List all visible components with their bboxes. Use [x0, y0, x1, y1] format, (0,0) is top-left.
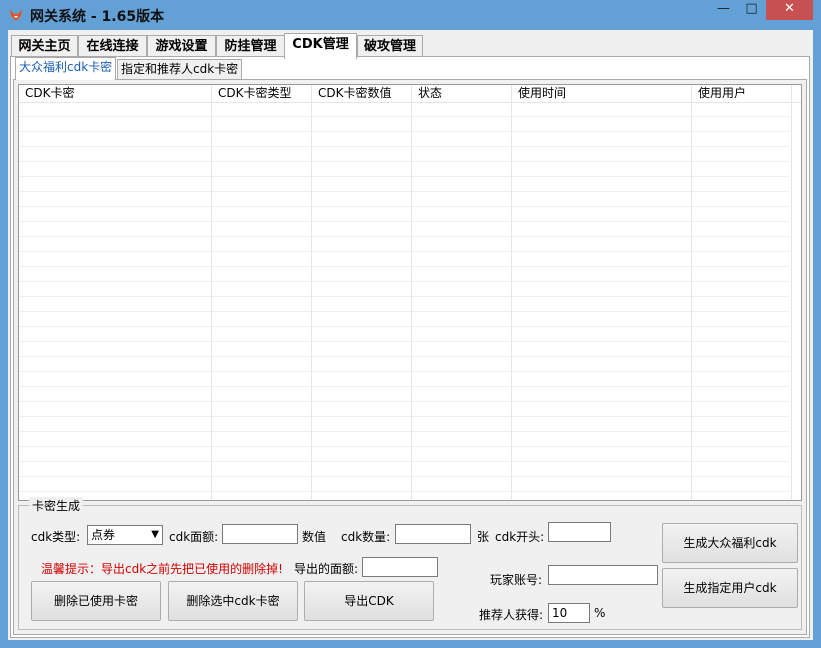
tab-attack-management[interactable]: 破攻管理 [357, 35, 423, 57]
column-cdk-value[interactable]: CDK卡密数值 [312, 85, 412, 102]
column-cdk-code[interactable]: CDK卡密 [19, 85, 212, 102]
card-generation-group: 卡密生成 cdk类型: 点券 ▼ cdk面额: 数值 cdk数量: 张 cdk开… [18, 497, 802, 630]
export-amount-input[interactable] [362, 557, 438, 577]
tab-anti-cheat[interactable]: 防挂管理 [216, 35, 285, 57]
app-window: 网关系统 - 1.65版本 — □ ✕ 网关主页 在线连接 游戏设置 防挂管理 … [0, 0, 821, 648]
maximize-button[interactable]: □ [738, 0, 765, 20]
generate-public-cdk-button[interactable]: 生成大众福利cdk [662, 523, 798, 563]
column-cdk-type[interactable]: CDK卡密类型 [212, 85, 312, 102]
cdk-prefix-input[interactable] [548, 522, 611, 542]
tab-cdk-management[interactable]: CDK管理 [284, 33, 357, 59]
cdk-count-label: cdk数量: [341, 530, 391, 544]
cdk-type-label: cdk类型: [31, 530, 81, 544]
client-area: 网关主页 在线连接 游戏设置 防挂管理 CDK管理 破攻管理 大众福利cdk卡密… [8, 30, 813, 640]
cdk-count-input[interactable] [395, 524, 471, 544]
export-amount-label: 导出的面额: [294, 562, 359, 576]
list-header: CDK卡密 CDK卡密类型 CDK卡密数值 状态 使用时间 使用用户 [19, 85, 801, 103]
list-grid [19, 102, 792, 500]
referrer-input[interactable]: 10 [548, 603, 590, 623]
group-title: 卡密生成 [29, 497, 84, 514]
tab-referrer-cdk[interactable]: 指定和推荐人cdk卡密 [117, 59, 243, 79]
export-warning-text: 温馨提示：导出cdk之前先把已使用的删除掉! [41, 562, 283, 576]
player-account-label: 玩家账号: [490, 573, 543, 587]
column-user[interactable]: 使用用户 [692, 85, 792, 102]
close-button[interactable]: ✕ [766, 0, 813, 20]
tab-online-connections[interactable]: 在线连接 [78, 35, 147, 57]
column-status[interactable]: 状态 [412, 85, 512, 102]
player-account-input[interactable] [548, 565, 658, 585]
referrer-label: 推荐人获得: [479, 608, 544, 622]
tab-game-settings[interactable]: 游戏设置 [147, 35, 216, 57]
column-use-time[interactable]: 使用时间 [512, 85, 692, 102]
chevron-down-icon: ▼ [151, 529, 159, 540]
delete-selected-button[interactable]: 删除选中cdk卡密 [168, 581, 298, 621]
export-cdk-button[interactable]: 导出CDK [304, 581, 434, 621]
cdk-page: 大众福利cdk卡密 指定和推荐人cdk卡密 CDK卡密 CDK卡密类型 CDK卡… [10, 56, 810, 638]
window-title: 网关系统 - 1.65版本 [30, 9, 165, 25]
delete-used-button[interactable]: 删除已使用卡密 [31, 581, 161, 621]
cdk-prefix-label: cdk开头: [495, 530, 545, 544]
public-cdk-panel: CDK卡密 CDK卡密类型 CDK卡密数值 状态 使用时间 使用用户 卡密生成 … [13, 79, 807, 635]
cdk-type-value: 点券 [91, 528, 116, 542]
cdk-list[interactable]: CDK卡密 CDK卡密类型 CDK卡密数值 状态 使用时间 使用用户 [18, 84, 802, 501]
percent-label: % [594, 606, 606, 620]
title-bar: 网关系统 - 1.65版本 — □ ✕ [0, 0, 821, 30]
fox-logo-icon [10, 9, 22, 21]
cdk-amount-input[interactable] [222, 524, 298, 544]
cdk-type-select[interactable]: 点券 ▼ [87, 525, 163, 545]
tab-public-cdk[interactable]: 大众福利cdk卡密 [15, 57, 117, 80]
generate-user-cdk-button[interactable]: 生成指定用户cdk [662, 568, 798, 608]
tab-gateway-home[interactable]: 网关主页 [11, 35, 78, 57]
minimize-button[interactable]: — [710, 0, 737, 20]
unit-zhang-label: 张 [477, 530, 490, 544]
unit-value-label: 数值 [302, 530, 327, 544]
cdk-amount-label: cdk面额: [169, 530, 219, 544]
